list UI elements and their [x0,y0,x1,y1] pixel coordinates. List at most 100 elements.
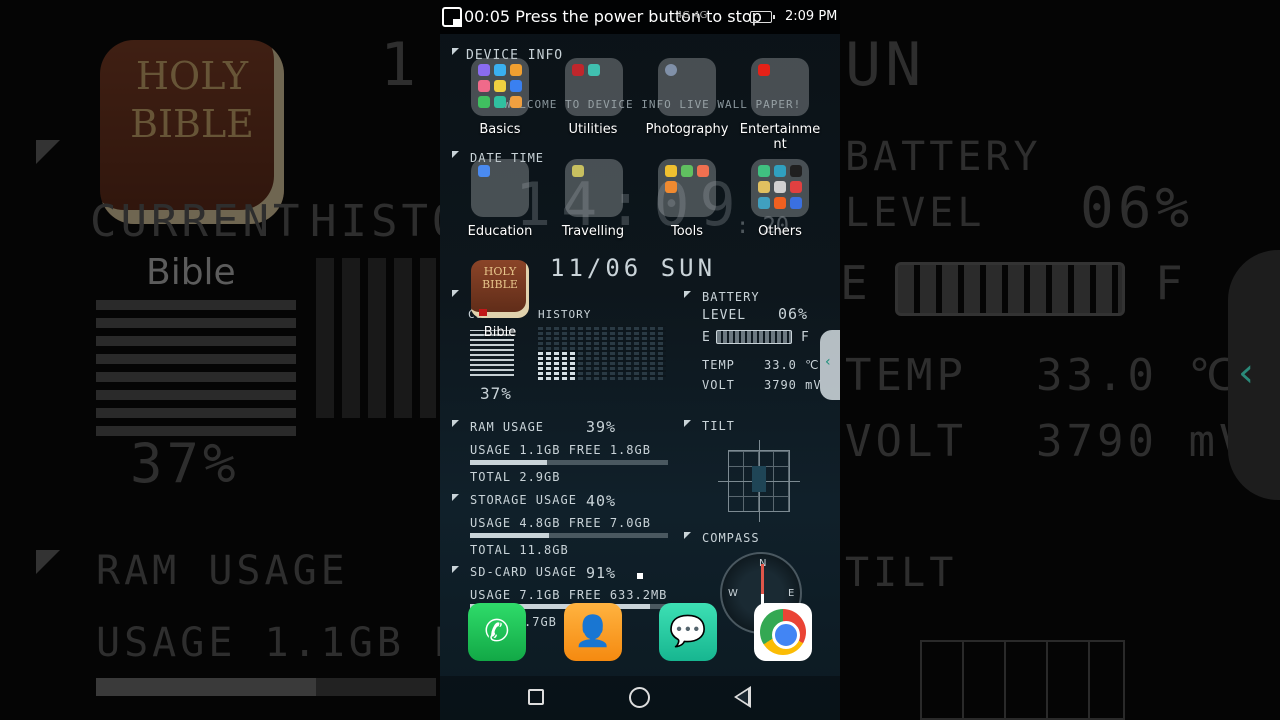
ram-percent: 39% [586,418,617,436]
folder-utilities-label: Utilities [568,122,618,137]
contacts-app-button[interactable]: 👤 [564,603,622,661]
background-tilt-text: TILT [845,550,958,596]
app-mini-icon [494,64,506,76]
background-top-right-text: UN [845,30,926,100]
triangle-icon [452,151,459,158]
status-bar: 00:05 Press the power button to stop 4G … [440,0,840,34]
app-mini-icon [588,64,600,76]
triangle-icon [684,532,691,539]
recording-banner[interactable]: 00:05 Press the power button to stop [464,7,762,26]
app-mini-icon [494,96,506,108]
triangle-icon [452,420,459,427]
folder-photography-label: Photography [645,122,729,137]
app-mini-icon [510,96,522,108]
recent-apps-button[interactable] [528,689,544,705]
background-usage-text: USAGE 1.1GB F [96,620,462,666]
chevron-left-icon: ‹ [825,354,831,370]
app-mini-icon [510,80,522,92]
chevron-left-icon: ‹ [1238,350,1254,396]
bible-app-icon[interactable]: HOLY BIBLE [471,260,529,318]
app-mini-icon [572,64,584,76]
temp-label: TEMP [702,358,735,372]
folder-photography[interactable] [658,58,716,116]
app-mini-icon [774,197,786,209]
background-temp-value: 33.0 ℃ [1036,350,1242,401]
tilt-header: TILT [702,419,735,433]
app-mini-icon [774,181,786,193]
background-bible-label: Bible [146,252,236,293]
ram-usage-bar-fill [470,460,548,465]
ram-usage-bar [470,460,668,465]
ram-usage: USAGE 1.1GB FREE 1.8GB [470,443,651,457]
folder-utilities[interactable] [565,58,623,116]
triangle-icon [452,48,459,55]
phone-screen: DEVICE INFO WELCOME TO DEVICE INFO LIVE … [440,0,840,720]
compass-header: COMPASS [702,531,760,545]
battery-f-label: F [801,330,810,345]
background-volt-value: 3790 mV [1036,416,1250,467]
compass-east: E [788,588,795,599]
app-mini-icon [478,165,490,177]
folder-basics[interactable] [471,58,529,116]
background-swipe-tab: ‹ [1228,250,1280,500]
home-button[interactable] [629,687,650,708]
recording-time: 00:05 [464,7,511,26]
folder-others[interactable] [751,159,809,217]
storage-percent: 40% [586,492,617,510]
back-button[interactable] [734,686,751,708]
background-tilt-grid [920,640,1125,720]
folder-entertainment[interactable] [751,58,809,116]
app-mini-icon [665,165,677,177]
sdcard-percent: 91% [586,564,617,582]
folder-travelling-label: Travelling [561,224,625,239]
background-bible-icon-text: HOLY BIBLE [130,54,254,146]
signal-icon: 4G 4G [676,10,708,21]
chrome-app-button[interactable] [754,603,812,661]
triangle-icon [452,290,459,297]
history-graph-fill [538,350,578,380]
app-mini-icon [774,165,786,177]
app-mini-icon [494,80,506,92]
app-mini-icon [790,165,802,177]
history-header: HISTORY [538,308,592,321]
sdcard-header: SD-CARD USAGE [470,565,577,579]
battery-e-label: E [702,330,711,345]
app-mini-icon [697,165,709,177]
storage-usage-bar [470,533,668,538]
phone-app-button[interactable]: ✆ [468,603,526,661]
bookmark-icon [479,309,487,316]
bible-app-label: Bible [483,325,517,340]
background-battery-text: BATTERY [845,134,1042,180]
camera-mini-icon [665,64,677,76]
ram-header: RAM USAGE [470,420,545,434]
chrome-icon [760,609,806,655]
battery-level-label: LEVEL [702,308,747,323]
contacts-icon: 👤 [574,614,612,649]
status-time: 2:09 PM [785,9,838,24]
folder-travelling[interactable] [565,159,623,217]
battery-header: BATTERY [702,290,760,304]
folder-tools-label: Tools [670,224,704,239]
app-mini-icon [790,197,802,209]
app-mini-icon [478,80,490,92]
messages-icon: 💬 [669,614,707,649]
app-mini-icon [478,96,490,108]
screen-record-icon [442,7,462,27]
folder-entertainment-label: Entertainme nt [739,122,821,152]
folder-tools[interactable] [658,159,716,217]
volt-value: 3790 mV [764,378,822,392]
side-panel-tab[interactable]: ‹ [820,330,840,400]
storage-usage: USAGE 4.8GB FREE 7.0GB [470,516,651,530]
background-triangle-icon [36,140,60,164]
background-level-text: LEVEL [845,190,986,236]
background-cpu-lines [96,300,296,444]
messages-app-button[interactable]: 💬 [659,603,717,661]
app-mini-icon [790,181,802,193]
battery-bar [716,330,792,344]
compass-west: W [728,588,738,599]
folder-education[interactable] [471,159,529,217]
folder-others-label: Others [758,224,802,239]
battery-level: 06% [778,305,809,323]
phone-icon: ✆ [484,614,510,649]
triangle-icon [452,566,459,573]
